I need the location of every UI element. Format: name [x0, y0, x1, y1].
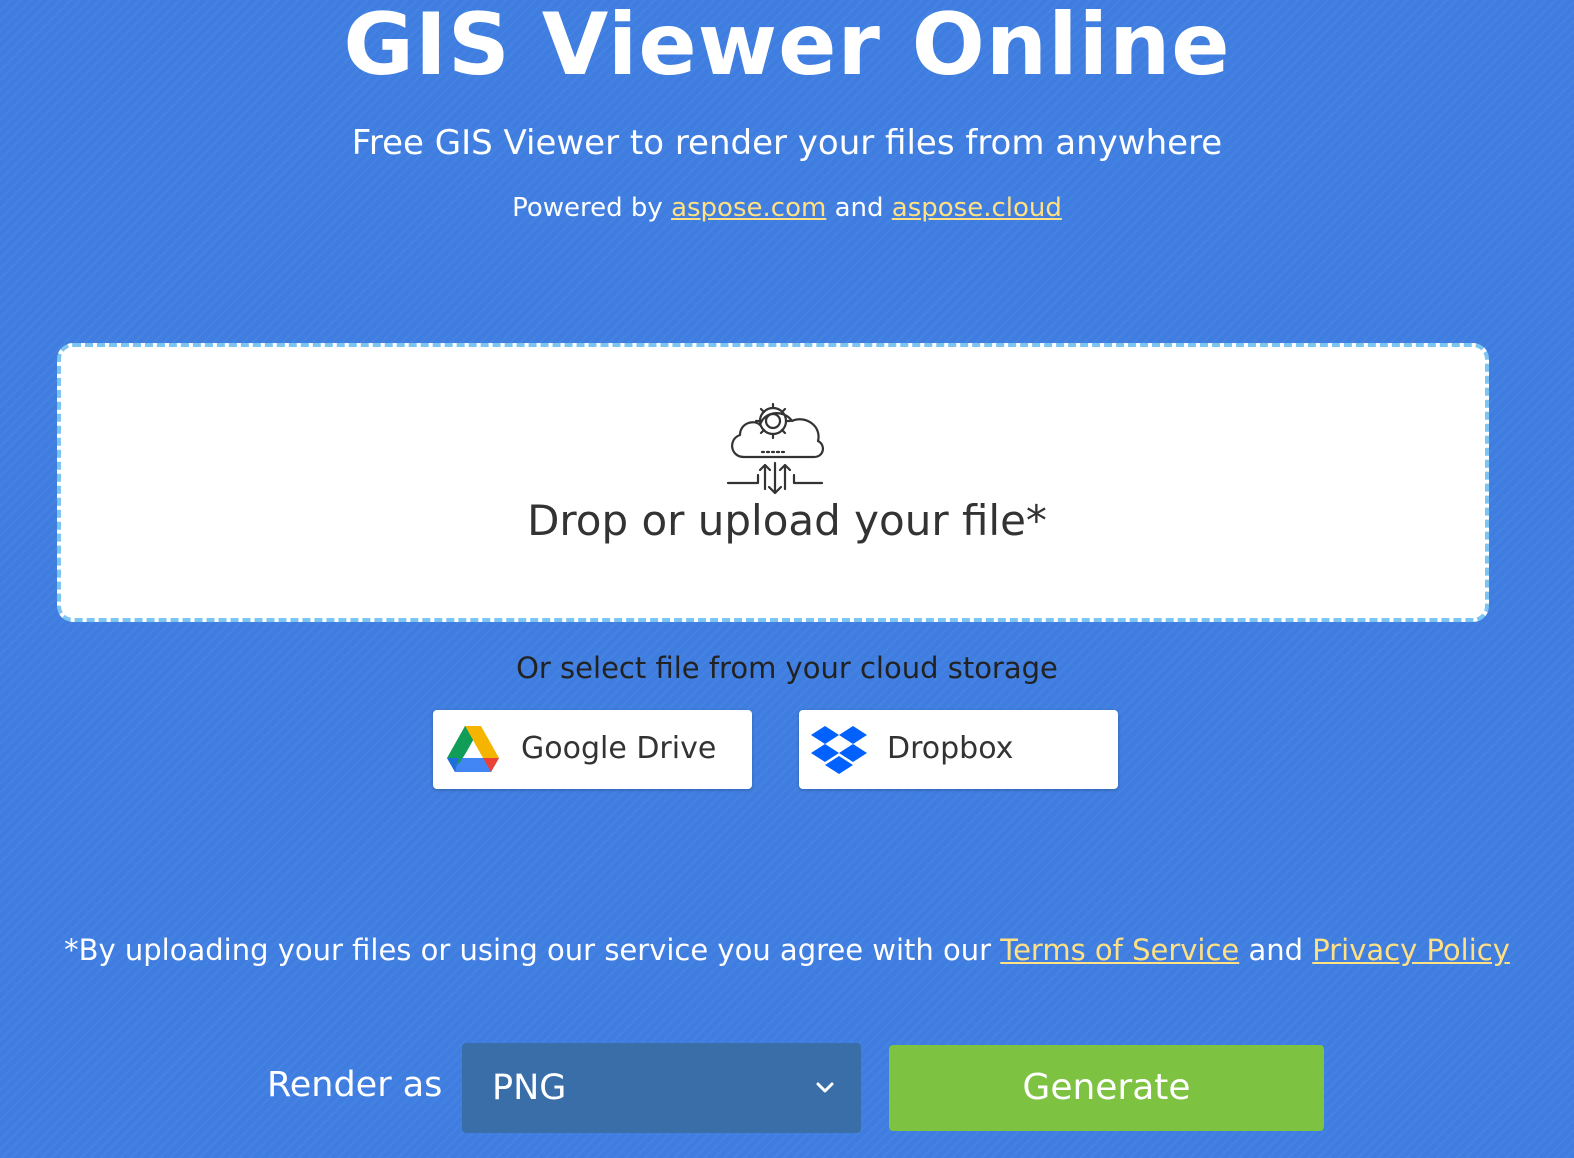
dropbox-button[interactable]: Dropbox	[799, 710, 1118, 789]
render-as-label: Render as	[267, 1065, 443, 1105]
google-drive-label: Google Drive	[521, 731, 717, 766]
render-format-value: PNG	[492, 1068, 567, 1108]
aspose-com-link[interactable]: aspose.com	[671, 193, 826, 223]
privacy-policy-link[interactable]: Privacy Policy	[1312, 933, 1510, 967]
cloud-storage-prompt: Or select file from your cloud storage	[516, 651, 1058, 685]
generate-button[interactable]: Generate	[889, 1045, 1324, 1131]
dropbox-icon	[811, 726, 867, 774]
render-format-select[interactable]: PNG	[462, 1043, 861, 1133]
google-drive-button[interactable]: Google Drive	[433, 710, 752, 789]
cloud-gear-upload-icon	[726, 402, 824, 495]
powered-by: Powered by aspose.com and aspose.cloud	[0, 190, 1574, 226]
google-drive-icon	[447, 726, 499, 772]
terms-notice: *By uploading your files or using our se…	[0, 929, 1574, 971]
terms-of-service-link[interactable]: Terms of Service	[1000, 933, 1239, 967]
terms-notice-and: and	[1248, 933, 1304, 967]
page-subtitle: Free GIS Viewer to render your files fro…	[351, 123, 1223, 163]
powered-by-and: and	[834, 193, 884, 223]
drop-upload-label: Drop or upload your file*	[527, 496, 1047, 545]
powered-by-prefix: Powered by	[512, 193, 663, 223]
chevron-down-icon	[816, 1082, 834, 1093]
page-title: GIS Viewer Online	[343, 0, 1231, 95]
dropbox-label: Dropbox	[887, 731, 1014, 766]
generate-button-label: Generate	[1022, 1067, 1191, 1108]
terms-notice-prefix: *By uploading your files or using our se…	[64, 933, 992, 967]
aspose-cloud-link[interactable]: aspose.cloud	[892, 193, 1062, 223]
